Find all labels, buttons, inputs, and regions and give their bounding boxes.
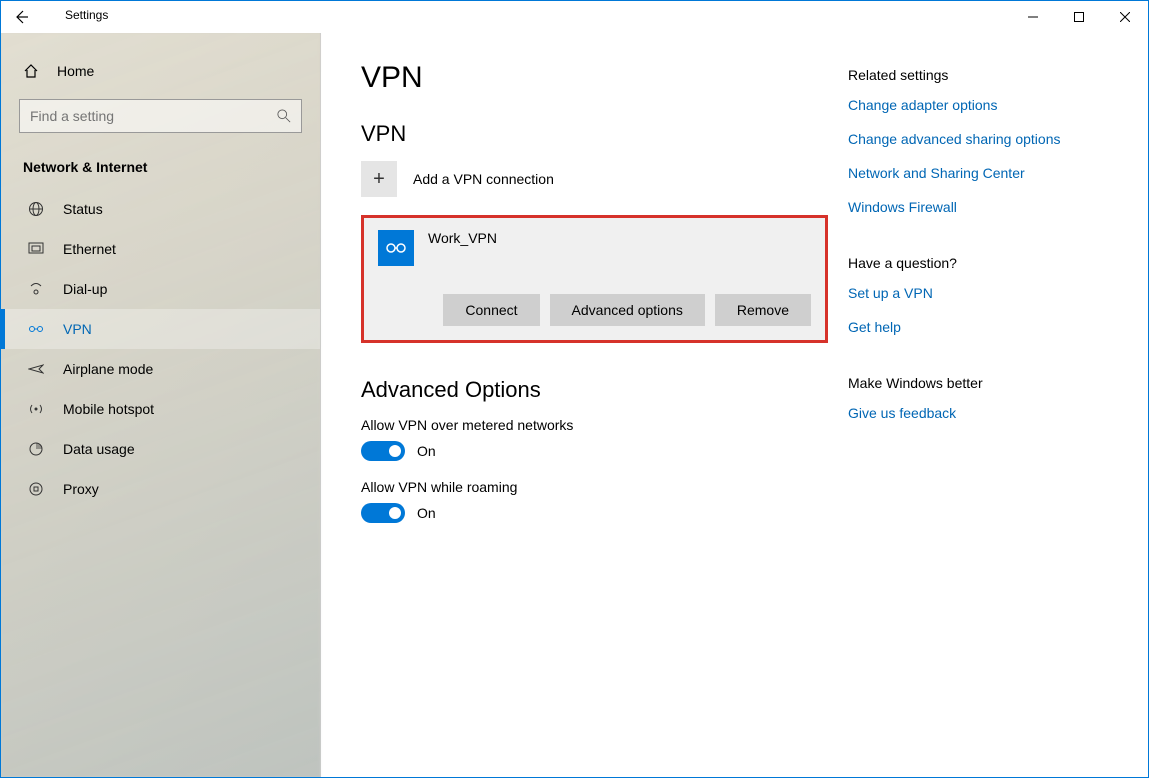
advanced-options-button[interactable]: Advanced options <box>550 294 705 326</box>
sidebar-item-vpn[interactable]: VPN <box>1 309 320 349</box>
remove-button[interactable]: Remove <box>715 294 811 326</box>
sidebar-item-label: Status <box>63 201 103 217</box>
vpn-connection-icon <box>378 230 414 266</box>
link-network-sharing-center[interactable]: Network and Sharing Center <box>848 165 1108 181</box>
sidebar-item-dialup[interactable]: Dial-up <box>1 269 320 309</box>
titlebar: Settings <box>1 1 1148 33</box>
airplane-icon <box>27 361 45 377</box>
minimize-icon <box>1028 12 1038 22</box>
sidebar-item-proxy[interactable]: Proxy <box>1 469 320 509</box>
add-vpn-label: Add a VPN connection <box>413 171 554 187</box>
better-title: Make Windows better <box>848 375 1108 391</box>
plus-icon: + <box>361 161 397 197</box>
link-get-help[interactable]: Get help <box>848 319 1108 335</box>
maximize-button[interactable] <box>1056 1 1102 33</box>
metered-label: Allow VPN over metered networks <box>361 417 828 433</box>
metered-toggle[interactable] <box>361 441 405 461</box>
link-advanced-sharing[interactable]: Change advanced sharing options <box>848 131 1108 147</box>
roaming-state: On <box>417 505 436 521</box>
close-icon <box>1120 12 1130 22</box>
window-title: Settings <box>65 8 108 22</box>
add-vpn-button[interactable]: + Add a VPN connection <box>361 161 828 197</box>
vpn-connection-name: Work_VPN <box>428 230 497 246</box>
sidebar-item-label: Data usage <box>63 441 135 457</box>
roaming-label: Allow VPN while roaming <box>361 479 828 495</box>
section-title: VPN <box>361 121 828 147</box>
vpn-connection-card[interactable]: Work_VPN Connect Advanced options Remove <box>361 215 828 343</box>
sidebar-item-airplane[interactable]: Airplane mode <box>1 349 320 389</box>
back-button[interactable] <box>11 7 31 27</box>
link-adapter-options[interactable]: Change adapter options <box>848 97 1108 113</box>
maximize-icon <box>1074 12 1084 22</box>
sidebar-item-label: Proxy <box>63 481 99 497</box>
sidebar-item-label: Mobile hotspot <box>63 401 154 417</box>
dialup-icon <box>27 281 45 297</box>
metered-state: On <box>417 443 436 459</box>
sidebar-item-label: VPN <box>63 321 92 337</box>
proxy-icon <box>27 481 45 497</box>
sidebar-item-label: Dial-up <box>63 281 107 297</box>
page-title: VPN <box>361 61 828 95</box>
home-icon <box>23 63 39 79</box>
search-icon <box>277 109 291 123</box>
sidebar-item-ethernet[interactable]: Ethernet <box>1 229 320 269</box>
ethernet-icon <box>27 241 45 257</box>
advanced-options-title: Advanced Options <box>361 377 828 403</box>
data-icon <box>27 441 45 457</box>
vpn-icon <box>27 321 45 337</box>
close-button[interactable] <box>1102 1 1148 33</box>
link-windows-firewall[interactable]: Windows Firewall <box>848 199 1108 215</box>
link-setup-vpn[interactable]: Set up a VPN <box>848 285 1108 301</box>
sidebar-home-label: Home <box>57 63 94 79</box>
globe-icon <box>27 201 45 217</box>
minimize-button[interactable] <box>1010 1 1056 33</box>
sidebar-item-status[interactable]: Status <box>1 189 320 229</box>
search-input[interactable] <box>30 108 277 124</box>
sidebar-home[interactable]: Home <box>1 53 320 89</box>
roaming-toggle[interactable] <box>361 503 405 523</box>
related-settings-title: Related settings <box>848 67 1108 83</box>
sidebar-item-label: Airplane mode <box>63 361 153 377</box>
sidebar-item-datausage[interactable]: Data usage <box>1 429 320 469</box>
link-feedback[interactable]: Give us feedback <box>848 405 1108 421</box>
question-title: Have a question? <box>848 255 1108 271</box>
sidebar-item-hotspot[interactable]: Mobile hotspot <box>1 389 320 429</box>
sidebar-category: Network & Internet <box>1 151 320 189</box>
connect-button[interactable]: Connect <box>443 294 539 326</box>
hotspot-icon <box>27 401 45 417</box>
sidebar: Home Network & Internet Status Ethernet … <box>1 33 321 777</box>
arrow-left-icon <box>13 9 29 25</box>
sidebar-item-label: Ethernet <box>63 241 116 257</box>
search-box[interactable] <box>19 99 302 133</box>
